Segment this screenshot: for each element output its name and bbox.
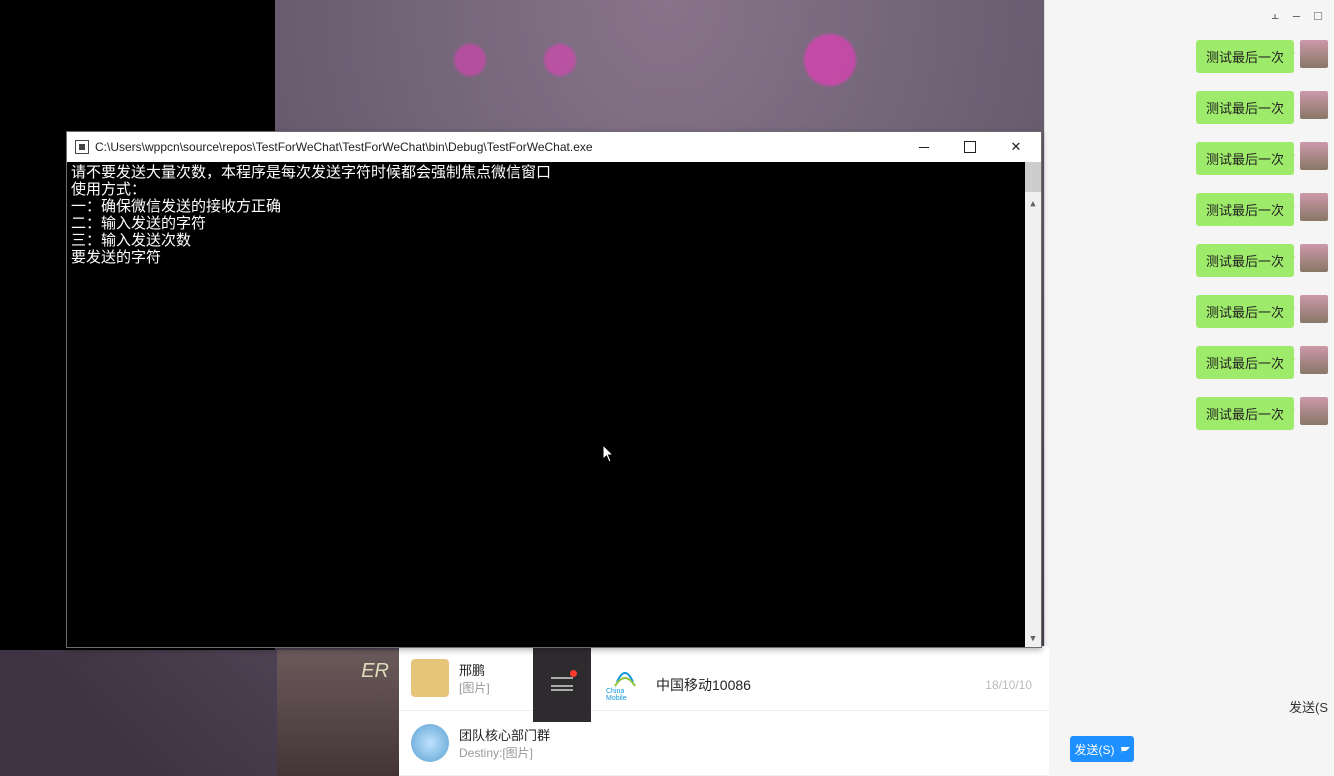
message-bubble[interactable]: 测试最后一次 — [1196, 40, 1294, 73]
scrollbar-thumb[interactable] — [1025, 162, 1041, 192]
avatar[interactable] — [1300, 397, 1328, 425]
message-bubble[interactable]: 测试最后一次 — [1196, 397, 1294, 430]
scrollbar[interactable]: ▲ ▼ — [1025, 162, 1041, 647]
console-line: 要发送的字符 — [71, 248, 161, 266]
message-bubble[interactable]: 测试最后一次 — [1196, 346, 1294, 379]
console-window: C:\Users\wppcn\source\repos\TestForWeCha… — [66, 131, 1042, 648]
chevron-down-icon — [1121, 747, 1130, 755]
app-icon — [75, 140, 89, 154]
message-bubble[interactable]: 测试最后一次 — [1196, 244, 1294, 277]
contact-name: 邢鹏 — [459, 660, 490, 679]
desktop-background: ⫠ – □ 测试最后一次 测试最后一次 测试最后一次 测试最后一次 测试最后一次… — [0, 0, 1334, 776]
maximize-icon[interactable]: □ — [1314, 8, 1322, 23]
scroll-down-icon[interactable]: ▼ — [1025, 631, 1041, 647]
scroll-up-icon[interactable]: ▲ — [1025, 196, 1041, 212]
message-row: 测试最后一次 — [1045, 295, 1328, 328]
message-row: 测试最后一次 — [1045, 346, 1328, 379]
avatar[interactable] — [1300, 346, 1328, 374]
console-line: 请不要发送大量次数，本程序是每次发送字符时候都会强制焦点微信窗口 — [71, 163, 551, 181]
avatar[interactable] — [1300, 40, 1328, 68]
wechat-message-list: 测试最后一次 测试最后一次 测试最后一次 测试最后一次 测试最后一次 测试最后一… — [1045, 30, 1334, 776]
console-line: 一：确保微信发送的接收方正确 — [71, 197, 281, 215]
console-line: 二：输入发送的字符 — [71, 214, 206, 232]
hamburger-icon — [551, 677, 573, 691]
send-hint-text: 发送(S — [1289, 697, 1328, 716]
wechat-window: ⫠ – □ 测试最后一次 测试最后一次 测试最后一次 测试最后一次 测试最后一次… — [1044, 0, 1334, 776]
avatar[interactable] — [1300, 193, 1328, 221]
contact-row[interactable]: 团队核心部门群 Destiny:[图片] — [399, 711, 1049, 776]
message-row: 测试最后一次 — [1045, 244, 1328, 277]
china-mobile-logo-icon: China Mobile — [606, 666, 644, 704]
china-mobile-date: 18/10/10 — [985, 678, 1032, 692]
window-title: C:\Users\wppcn\source\repos\TestForWeCha… — [95, 140, 901, 154]
console-titlebar[interactable]: C:\Users\wppcn\source\repos\TestForWeCha… — [67, 132, 1041, 162]
message-row: 测试最后一次 — [1045, 40, 1328, 73]
minimize-button[interactable] — [901, 132, 947, 162]
china-mobile-name: 中国移动10086 — [656, 675, 751, 695]
message-row: 测试最后一次 — [1045, 142, 1328, 175]
notification-dot-icon — [570, 670, 577, 677]
avatar[interactable] — [1300, 142, 1328, 170]
background-badge: ER — [277, 650, 399, 776]
message-bubble[interactable]: 测试最后一次 — [1196, 295, 1294, 328]
wechat-menu-button[interactable] — [533, 646, 591, 722]
message-bubble[interactable]: 测试最后一次 — [1196, 193, 1294, 226]
message-row: 测试最后一次 — [1045, 397, 1328, 430]
console-output[interactable]: 请不要发送大量次数，本程序是每次发送字符时候都会强制焦点微信窗口 使用方式： 一… — [67, 162, 1041, 647]
china-mobile-row[interactable]: China Mobile 中国移动10086 18/10/10 — [594, 660, 1044, 710]
console-line: 使用方式： — [71, 180, 146, 198]
avatar[interactable] — [1300, 91, 1328, 119]
console-line: 三：输入发送次数 — [71, 231, 191, 249]
contact-avatar — [411, 659, 449, 697]
send-button-label: 发送(S) — [1075, 741, 1115, 758]
message-row: 测试最后一次 — [1045, 91, 1328, 124]
send-button[interactable]: 发送(S) — [1070, 736, 1134, 762]
message-bubble[interactable]: 测试最后一次 — [1196, 142, 1294, 175]
maximize-button[interactable] — [947, 132, 993, 162]
avatar[interactable] — [1300, 244, 1328, 272]
pin-icon[interactable]: ⫠ — [1271, 7, 1279, 23]
close-button[interactable] — [993, 132, 1039, 162]
contact-subtitle: Destiny:[图片] — [459, 744, 550, 761]
avatar[interactable] — [1300, 295, 1328, 323]
contact-name: 团队核心部门群 — [459, 725, 550, 744]
message-bubble[interactable]: 测试最后一次 — [1196, 91, 1294, 124]
wechat-titlebar: ⫠ – □ — [1045, 0, 1334, 30]
minimize-icon[interactable]: – — [1293, 8, 1300, 23]
contact-subtitle: [图片] — [459, 679, 490, 696]
contact-avatar — [411, 724, 449, 762]
